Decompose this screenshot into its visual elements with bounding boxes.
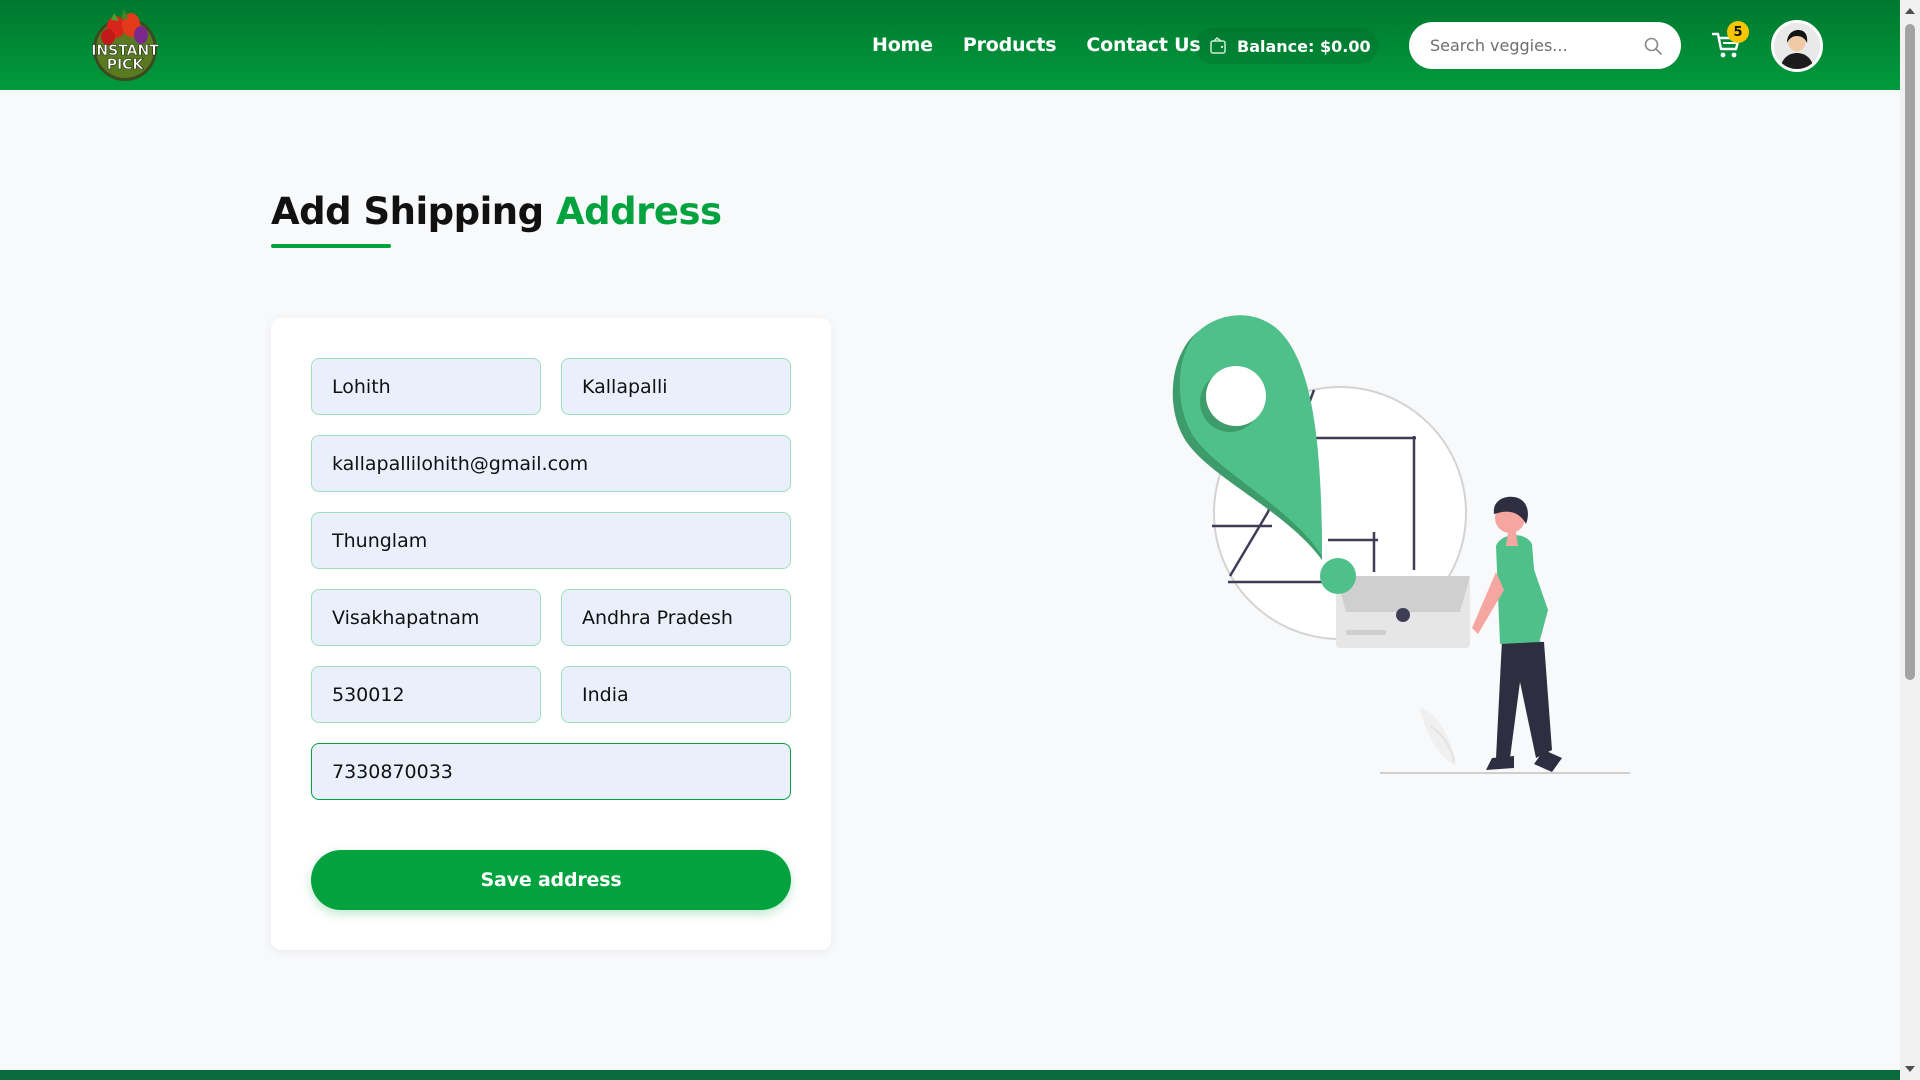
search-input[interactable] <box>1430 36 1643 55</box>
search-icon[interactable] <box>1643 36 1663 56</box>
email-field[interactable] <box>311 435 791 492</box>
scroll-up-arrow-icon[interactable] <box>1904 6 1916 16</box>
first-name-field[interactable] <box>311 358 541 415</box>
user-avatar[interactable] <box>1771 20 1823 72</box>
balance-value: $0.00 <box>1319 36 1371 56</box>
shipping-address-form: Save address <box>271 318 831 950</box>
country-field[interactable] <box>561 666 791 723</box>
navbar: INSTANT PICK Home Products Contact Us Ba… <box>0 0 1900 90</box>
nav-link-home[interactable]: Home <box>872 34 933 56</box>
street-field[interactable] <box>311 512 791 569</box>
zip-code-field[interactable] <box>311 666 541 723</box>
instant-pick-logo[interactable]: INSTANT PICK <box>86 5 164 83</box>
search-bar <box>1409 22 1681 69</box>
balance-pill[interactable]: Balance: $0.00 <box>1195 28 1378 64</box>
page-title: Add Shipping Address <box>271 190 722 233</box>
balance-label: Balance: $0.00 <box>1237 36 1371 56</box>
wallet-icon <box>1210 37 1226 54</box>
save-address-button[interactable]: Save address <box>311 850 791 910</box>
logo-icon: INSTANT PICK <box>91 9 160 81</box>
last-name-field[interactable] <box>561 358 791 415</box>
scroll-thumb[interactable] <box>1905 24 1915 680</box>
phone-field[interactable] <box>311 743 791 800</box>
nav-links: Home Products Contact Us <box>872 0 1201 90</box>
page-title-main: Add Shipping <box>271 190 544 233</box>
cart-count-badge: 5 <box>1727 21 1749 43</box>
scroll-down-arrow-icon[interactable] <box>1904 1064 1916 1074</box>
state-field[interactable] <box>561 589 791 646</box>
city-field[interactable] <box>311 589 541 646</box>
nav-link-products[interactable]: Products <box>963 34 1057 56</box>
user-avatar-icon <box>1774 23 1820 69</box>
title-underline <box>271 244 391 248</box>
svg-text:PICK: PICK <box>107 57 145 73</box>
footer-strip <box>0 1070 1900 1080</box>
map-pin-delivery-illustration <box>1172 315 1630 774</box>
page-title-accent: Address <box>556 190 722 233</box>
location-illustration <box>1100 310 1640 785</box>
nav-link-contact-us[interactable]: Contact Us <box>1086 34 1200 56</box>
